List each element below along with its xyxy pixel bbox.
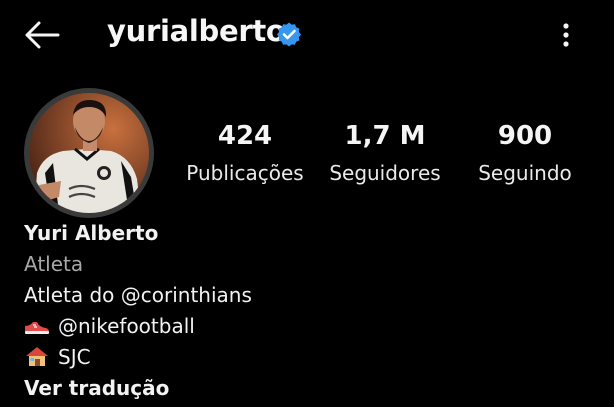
stat-followers[interactable]: 1,7 M Seguidores <box>325 120 445 186</box>
avatar[interactable] <box>29 93 149 213</box>
stat-following[interactable]: 900 Seguindo <box>470 120 580 186</box>
following-count: 900 <box>497 121 553 151</box>
nikefootball-link[interactable]: @nikefootball <box>58 314 195 338</box>
followers-label: Seguidores <box>329 161 441 185</box>
profile-bio: Yuri Alberto Atleta Atleta do @corinthia… <box>24 218 594 404</box>
more-vertical-icon <box>563 23 569 47</box>
more-options-button[interactable] <box>552 18 580 52</box>
profile-username: yurialberto <box>107 14 286 48</box>
sneaker-emoji <box>24 314 50 334</box>
following-label: Seguindo <box>478 161 572 185</box>
profile-header: yurialberto <box>0 0 614 70</box>
posts-count: 424 <box>217 121 273 151</box>
bio-line-city: SJC <box>24 342 594 373</box>
arrow-left-icon <box>25 21 60 49</box>
profile-name: Yuri Alberto <box>24 221 159 245</box>
back-button[interactable] <box>22 18 62 52</box>
followers-count: 1,7 M <box>344 121 426 151</box>
verified-badge-icon <box>276 21 302 47</box>
bio-line-club: Atleta do @corinthians <box>24 283 252 307</box>
bio-line-sponsor: @nikefootball <box>24 311 594 342</box>
profile-category: Atleta <box>24 252 84 276</box>
stat-posts[interactable]: 424 Publicações <box>180 120 310 186</box>
city-text: SJC <box>58 345 91 369</box>
house-emoji <box>24 345 50 366</box>
see-translation-link[interactable]: Ver tradução <box>24 373 594 404</box>
posts-label: Publicações <box>186 161 304 185</box>
